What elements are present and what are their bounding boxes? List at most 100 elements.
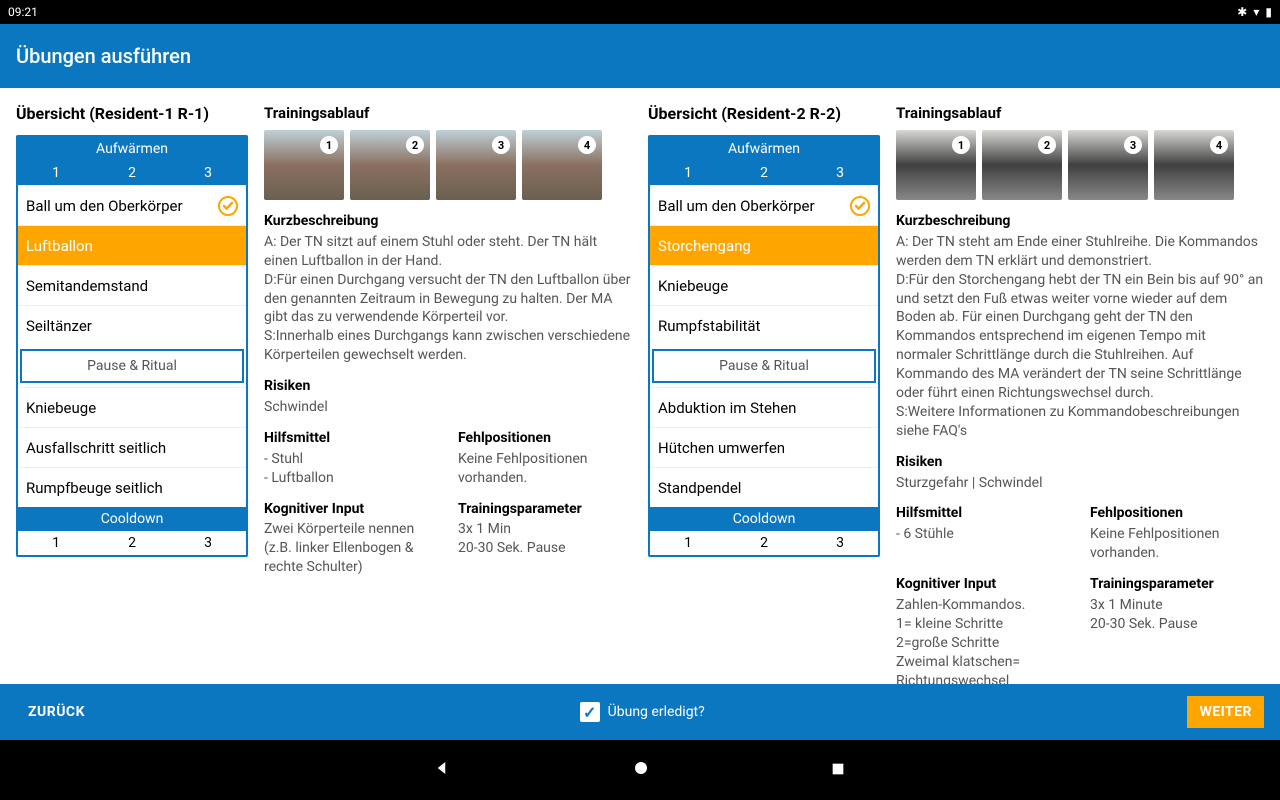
kurz-h-r1: Kurzbeschreibung bbox=[264, 212, 632, 231]
fehl-body-r2: Keine Fehlpositionen vorhanden. bbox=[1090, 525, 1264, 563]
cooldown-num-2[interactable]: 2 bbox=[726, 531, 802, 555]
cooldown-header-r1: Cooldown bbox=[18, 507, 246, 531]
check-icon bbox=[848, 194, 872, 218]
exercise-label: Hütchen umwerfen bbox=[650, 439, 878, 457]
warmup-num-2[interactable]: 2 bbox=[94, 161, 170, 185]
hilf-h-r1: Hilfsmittel bbox=[264, 429, 438, 448]
thumb-4[interactable]: 4 bbox=[522, 130, 602, 200]
exercise-label: Kniebeuge bbox=[18, 399, 246, 417]
thumb-badge: 1 bbox=[952, 136, 970, 154]
nav-recent-icon[interactable] bbox=[830, 758, 846, 782]
warmup-nums-r2: 1 2 3 bbox=[650, 161, 878, 185]
exercise-label: Standpendel bbox=[650, 479, 878, 497]
thumb-4[interactable]: 4 bbox=[1154, 130, 1234, 200]
kog-body-r2: Zahlen-Kommandos. 1= kleine Schritte 2=g… bbox=[896, 596, 1070, 684]
exercise-item[interactable]: Kniebeuge bbox=[650, 265, 878, 305]
exercise-item[interactable]: Rumpfstabilität bbox=[650, 305, 878, 345]
cooldown-num-3[interactable]: 3 bbox=[170, 531, 246, 555]
exercise-item[interactable]: Luftballon bbox=[18, 225, 246, 265]
cooldown-num-1[interactable]: 1 bbox=[18, 531, 94, 555]
thumb-2[interactable]: 2 bbox=[982, 130, 1062, 200]
android-nav-bar bbox=[0, 740, 1280, 800]
cooldown-header-r2: Cooldown bbox=[650, 507, 878, 531]
exercise-item[interactable]: Semitandemstand bbox=[18, 265, 246, 305]
done-label: Übung erledigt? bbox=[608, 704, 705, 720]
thumbnails-r1: 1 2 3 4 bbox=[264, 130, 632, 200]
status-time: 09:21 bbox=[8, 5, 38, 19]
status-icons: ✱ ▾ ▮ bbox=[1237, 5, 1272, 19]
warmup-header-r1: Aufwärmen bbox=[18, 137, 246, 161]
warmup-num-1[interactable]: 1 bbox=[650, 161, 726, 185]
exercise-list-r2: Aufwärmen 1 2 3 Ball um den Oberkörper S… bbox=[648, 135, 880, 557]
cooldown-num-1[interactable]: 1 bbox=[650, 531, 726, 555]
exercise-item[interactable]: Rumpfbeuge seitlich bbox=[18, 467, 246, 507]
fehl-h-r1: Fehlpositionen bbox=[458, 429, 632, 448]
cooldown-nums-r1: 1 2 3 bbox=[18, 531, 246, 555]
fehl-h-r2: Fehlpositionen bbox=[1090, 504, 1264, 523]
thumb-2[interactable]: 2 bbox=[350, 130, 430, 200]
kog-body-r1: Zwei Körperteile nennen (z.B. linker Ell… bbox=[264, 520, 438, 577]
thumb-1[interactable]: 1 bbox=[264, 130, 344, 200]
thumb-badge: 3 bbox=[492, 136, 510, 154]
nav-back-icon[interactable] bbox=[434, 758, 452, 782]
next-button[interactable]: WEITER bbox=[1187, 696, 1264, 728]
content: Übersicht (Resident-1 R-1) Aufwärmen 1 2… bbox=[0, 88, 1280, 684]
thumb-badge: 4 bbox=[578, 136, 596, 154]
pause-ritual-r1[interactable]: Pause & Ritual bbox=[20, 349, 244, 383]
kurz-h-r2: Kurzbeschreibung bbox=[896, 212, 1264, 231]
warmup-num-2[interactable]: 2 bbox=[726, 161, 802, 185]
done-checkbox-area[interactable]: ✓ Übung erledigt? bbox=[580, 702, 705, 722]
status-bar: 09:21 ✱ ▾ ▮ bbox=[0, 0, 1280, 24]
exercise-label: Rumpfstabilität bbox=[650, 317, 878, 335]
warmup-num-1[interactable]: 1 bbox=[18, 161, 94, 185]
bluetooth-icon: ✱ bbox=[1237, 5, 1247, 19]
nav-home-icon[interactable] bbox=[632, 758, 650, 782]
exercise-item[interactable]: Standpendel bbox=[650, 467, 878, 507]
exercise-item[interactable]: Hütchen umwerfen bbox=[650, 427, 878, 467]
pause-ritual-r2[interactable]: Pause & Ritual bbox=[652, 349, 876, 383]
param-h-r2: Trainingsparameter bbox=[1090, 575, 1264, 594]
bottom-bar: ZURÜCK ✓ Übung erledigt? WEITER bbox=[0, 684, 1280, 740]
wifi-icon: ▾ bbox=[1253, 5, 1259, 19]
overview-title-r1: Übersicht (Resident-1 R-1) bbox=[16, 104, 248, 123]
risiken-body-r1: Schwindel bbox=[264, 398, 632, 417]
training-title-r1: Trainingsablauf bbox=[264, 104, 632, 122]
exercise-item[interactable]: Storchengang bbox=[650, 225, 878, 265]
param-body-r2: 3x 1 Minute 20-30 Sek. Pause bbox=[1090, 596, 1264, 634]
checkbox-icon[interactable]: ✓ bbox=[580, 702, 600, 722]
back-button[interactable]: ZURÜCK bbox=[16, 696, 97, 728]
exercise-label: Kniebeuge bbox=[650, 277, 878, 295]
resident-1-panel: Übersicht (Resident-1 R-1) Aufwärmen 1 2… bbox=[8, 104, 640, 676]
exercise-label: Semitandemstand bbox=[18, 277, 246, 295]
warmup-num-3[interactable]: 3 bbox=[802, 161, 878, 185]
exercise-label: Ball um den Oberkörper bbox=[650, 197, 848, 215]
overview-title-r2: Übersicht (Resident-2 R-2) bbox=[648, 104, 880, 123]
exercise-label: Ball um den Oberkörper bbox=[18, 197, 216, 215]
thumb-3[interactable]: 3 bbox=[1068, 130, 1148, 200]
resident-2-panel: Übersicht (Resident-2 R-2) Aufwärmen 1 2… bbox=[640, 104, 1272, 676]
training-title-r2: Trainingsablauf bbox=[896, 104, 1264, 122]
thumb-1[interactable]: 1 bbox=[896, 130, 976, 200]
exercise-item[interactable]: Ball um den Oberkörper bbox=[650, 185, 878, 225]
exercise-label: Rumpfbeuge seitlich bbox=[18, 479, 246, 497]
exercise-label: Ausfallschritt seitlich bbox=[18, 439, 246, 457]
kurz-body-r1: A: Der TN sitzt auf einem Stuhl oder ste… bbox=[264, 233, 632, 365]
thumb-3[interactable]: 3 bbox=[436, 130, 516, 200]
hilf-h-r2: Hilfsmittel bbox=[896, 504, 1070, 523]
risiken-h-r2: Risiken bbox=[896, 453, 1264, 472]
cooldown-num-3[interactable]: 3 bbox=[802, 531, 878, 555]
exercise-label: Storchengang bbox=[650, 237, 878, 255]
cooldown-nums-r2: 1 2 3 bbox=[650, 531, 878, 555]
exercise-item[interactable]: Ball um den Oberkörper bbox=[18, 185, 246, 225]
thumbnails-r2: 1 2 3 4 bbox=[896, 130, 1264, 200]
exercise-item[interactable]: Abduktion im Stehen bbox=[650, 387, 878, 427]
fehl-body-r1: Keine Fehlpositionen vorhanden. bbox=[458, 450, 632, 488]
thumb-badge: 4 bbox=[1210, 136, 1228, 154]
exercise-item[interactable]: Seiltänzer bbox=[18, 305, 246, 345]
cooldown-num-2[interactable]: 2 bbox=[94, 531, 170, 555]
exercise-item[interactable]: Kniebeuge bbox=[18, 387, 246, 427]
exercise-item[interactable]: Ausfallschritt seitlich bbox=[18, 427, 246, 467]
warmup-nums-r1: 1 2 3 bbox=[18, 161, 246, 185]
param-body-r1: 3x 1 Min 20-30 Sek. Pause bbox=[458, 520, 632, 558]
warmup-num-3[interactable]: 3 bbox=[170, 161, 246, 185]
